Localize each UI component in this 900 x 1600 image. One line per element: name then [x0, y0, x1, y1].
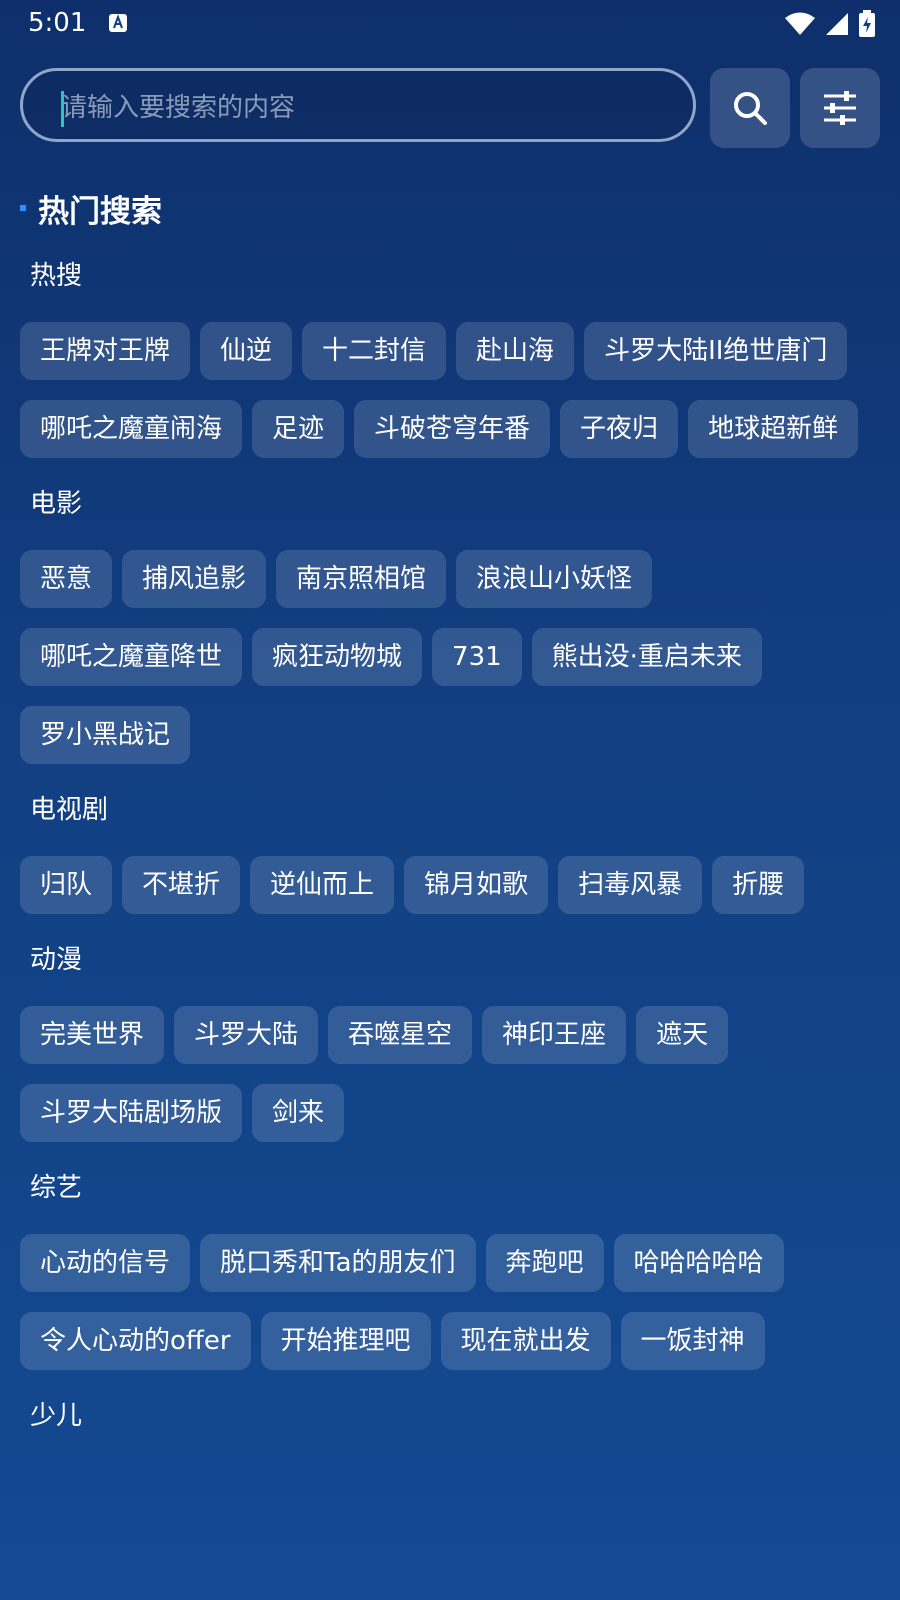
search-tag[interactable]: 逆仙而上: [250, 856, 395, 914]
search-tag[interactable]: 斗罗大陆: [174, 1006, 319, 1064]
search-tag[interactable]: 扫毒风暴: [558, 856, 703, 914]
tag-group: 恶意 捕风追影 南京照相馆 浪浪山小妖怪哪吒之魔童降世 疯狂动物城 731 熊出没·重启未来…: [20, 550, 880, 764]
search-tag[interactable]: 罗小黑战记: [20, 706, 191, 764]
tag-group: 完美世界 斗罗大陆 吞噬星空 神印王座 遮天斗罗大陆剧场版 剑来: [20, 1006, 880, 1142]
status-time: 5:01: [28, 8, 87, 38]
search-tag[interactable]: 南京照相馆: [276, 550, 447, 608]
status-bar: 5:01: [0, 0, 900, 48]
search-tag[interactable]: 锦月如歌: [404, 856, 549, 914]
search-tag[interactable]: 地球超新鲜: [688, 400, 859, 458]
filter-button[interactable]: [800, 68, 880, 148]
search-tag[interactable]: 十二封信: [302, 322, 447, 380]
search-tag[interactable]: 熊出没·重启未来: [531, 628, 762, 686]
search-field[interactable]: [20, 68, 696, 142]
category-label: 少儿: [30, 1401, 83, 1431]
search-tag[interactable]: 哪吒之魔童降世: [20, 628, 243, 686]
search-tag[interactable]: 浪浪山小妖怪: [456, 550, 653, 608]
search-tag[interactable]: 吞噬星空: [328, 1006, 473, 1064]
search-tag[interactable]: 斗罗大陆II绝世唐门: [584, 322, 848, 380]
search-icon: [734, 92, 767, 125]
sliders-icon: [824, 91, 856, 125]
search-tag[interactable]: 王牌对王牌: [20, 322, 191, 380]
search-input[interactable]: [59, 85, 663, 131]
category-label: 热搜: [30, 261, 83, 291]
search-tag[interactable]: 令人心动的offer: [20, 1312, 251, 1370]
tag-group: 心动的信号 脱口秀和Ta的朋友们 奔跑吧 哈哈哈哈哈令人心动的offer 开始推理吧 现在…: [20, 1234, 880, 1370]
category-label: 电影: [30, 489, 83, 519]
search-tag[interactable]: 斗破苍穹年番: [354, 400, 551, 458]
search-tag[interactable]: 赴山海: [456, 322, 575, 380]
category-list: 热搜王牌对王牌 仙逆 十二封信 赴山海 斗罗大陆II绝世唐门哪吒之魔童闹海 足迹 斗破苍穹年…: [20, 254, 880, 1438]
search-tag[interactable]: 疯狂动物城: [252, 628, 423, 686]
search-button[interactable]: [710, 68, 790, 148]
search-bar: [20, 68, 880, 148]
search-tag[interactable]: 斗罗大陆剧场版: [20, 1084, 243, 1142]
status-icons: [784, 10, 876, 38]
category-label: 动漫: [30, 945, 83, 975]
search-tag[interactable]: 捕风追影: [122, 550, 267, 608]
search-tag[interactable]: 子夜归: [560, 400, 679, 458]
search-tag[interactable]: 一饭封神: [620, 1312, 765, 1370]
search-tag[interactable]: 折腰: [712, 856, 805, 914]
tag-group: 归队 不堪折 逆仙而上 锦月如歌 扫毒风暴 折腰: [20, 856, 880, 914]
search-tag[interactable]: 遮天: [636, 1006, 729, 1064]
search-tag[interactable]: 剑来: [252, 1084, 345, 1142]
category-label: 电视剧: [30, 795, 109, 825]
a-icon: [109, 14, 127, 32]
search-tag[interactable]: 哪吒之魔童闹海: [20, 400, 243, 458]
search-tag[interactable]: 足迹: [252, 400, 345, 458]
search-tag[interactable]: 仙逆: [200, 322, 293, 380]
wifi-icon: [785, 12, 815, 35]
section-marker: [20, 205, 26, 211]
search-tag[interactable]: 奔跑吧: [485, 1234, 604, 1292]
signal-icon: [826, 13, 848, 35]
search-tag[interactable]: 完美世界: [20, 1006, 165, 1064]
search-tag[interactable]: 脱口秀和Ta的朋友们: [200, 1234, 476, 1292]
tag-group: 王牌对王牌 仙逆 十二封信 赴山海 斗罗大陆II绝世唐门哪吒之魔童闹海 足迹 斗破苍穹年番子…: [20, 322, 880, 458]
text-caret: [61, 91, 64, 127]
search-tag[interactable]: 731: [432, 628, 522, 686]
category-label: 综艺: [30, 1173, 83, 1203]
section-title: 热门搜索: [38, 193, 162, 230]
search-tag[interactable]: 恶意: [20, 550, 113, 608]
battery-icon: [859, 10, 875, 37]
search-tag[interactable]: 现在就出发: [440, 1312, 611, 1370]
search-tag[interactable]: 归队: [20, 856, 113, 914]
search-tag[interactable]: 不堪折: [122, 856, 241, 914]
search-tag[interactable]: 神印王座: [482, 1006, 627, 1064]
hot-search-header: 热门搜索: [20, 186, 162, 230]
search-tag[interactable]: 开始推理吧: [260, 1312, 431, 1370]
search-tag[interactable]: 哈哈哈哈哈: [613, 1234, 784, 1292]
search-tag[interactable]: 心动的信号: [20, 1234, 191, 1292]
